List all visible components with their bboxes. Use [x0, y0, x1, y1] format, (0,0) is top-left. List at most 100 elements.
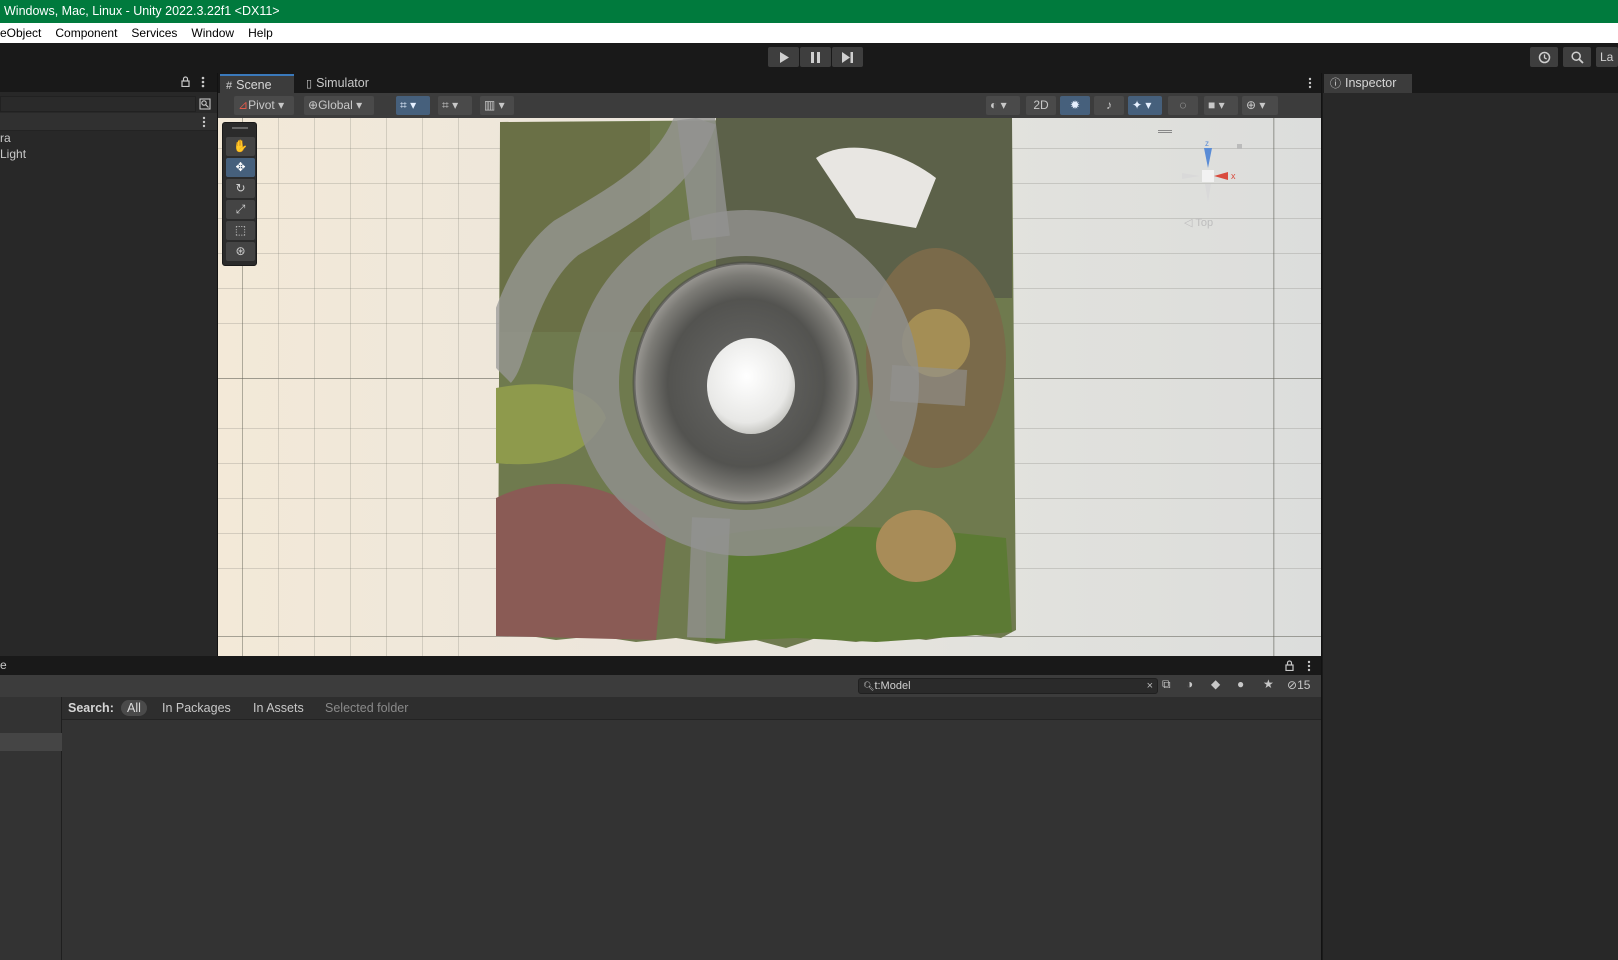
- tab-inspector-label: Inspector: [1345, 76, 1397, 90]
- lock-icon[interactable]: [1285, 660, 1294, 671]
- folder-tree-selected-row[interactable]: [0, 733, 62, 751]
- draw-mode-dropdown[interactable]: ◐ ▾: [986, 96, 1020, 115]
- scene-tab-strip: # Scene ▯ Simulator: [218, 73, 1322, 93]
- project-asset-grid[interactable]: [62, 720, 1322, 960]
- hidden-packages-toggle[interactable]: ⊘15: [1287, 678, 1310, 692]
- tab-scene-label: Scene: [236, 78, 272, 92]
- pivot-label: Pivot: [248, 98, 275, 112]
- scope-selected-folder[interactable]: Selected folder: [325, 701, 408, 715]
- filter-by-label-icon[interactable]: ◆: [1211, 677, 1220, 691]
- menu-component[interactable]: Component: [48, 23, 124, 43]
- project-search-scope-bar: Search: All In Packages In Assets Select…: [62, 697, 1322, 720]
- more-options-icon[interactable]: [1308, 77, 1312, 89]
- grid-line: [386, 118, 387, 656]
- view-label: ◁ Top: [1184, 217, 1214, 229]
- global-label: Global: [318, 98, 353, 112]
- window-title-bar: Windows, Mac, Linux - Unity 2022.3.22f1 …: [0, 0, 1618, 23]
- effects-icon: ✦ ▾: [1132, 98, 1152, 112]
- grid-snap-button[interactable]: ⌗ ▾: [396, 96, 430, 115]
- more-options-icon[interactable]: [1307, 660, 1311, 672]
- more-options-icon[interactable]: [202, 116, 206, 128]
- menu-help[interactable]: Help: [241, 23, 280, 43]
- lighting-toggle[interactable]: ✹: [1060, 96, 1090, 115]
- camera-dropdown[interactable]: ■ ▾: [1204, 96, 1238, 115]
- filter-by-type-icon[interactable]: ◑: [1186, 677, 1193, 691]
- grid-line: [350, 118, 351, 656]
- clear-search-icon[interactable]: ×: [1147, 679, 1153, 693]
- ruler-button[interactable]: ▥ ▾: [480, 96, 514, 115]
- scene-viewport[interactable]: ✋ ✥ ↻ ⤢ ⬚ ⊛ z x ◁ Top: [218, 118, 1322, 656]
- tab-inspector[interactable]: ⓘ Inspector: [1324, 74, 1412, 93]
- menu-gameobject[interactable]: eObject: [0, 23, 48, 43]
- layers-dropdown[interactable]: La: [1596, 47, 1618, 67]
- scene-visibility-toggle[interactable]: ◌: [1168, 96, 1198, 115]
- gizmos-dropdown[interactable]: ⊕ ▾: [1242, 96, 1278, 115]
- scope-all[interactable]: All: [121, 700, 147, 716]
- play-icon: [779, 51, 789, 63]
- gizmo-handle[interactable]: [1158, 130, 1172, 133]
- project-folder-tree: [0, 697, 62, 960]
- more-options-icon[interactable]: [201, 76, 205, 88]
- toggle-2d-button[interactable]: 2D: [1026, 96, 1056, 115]
- project-tab-label[interactable]: e: [0, 658, 7, 672]
- rotate-tool[interactable]: ↻: [226, 179, 255, 198]
- global-dropdown[interactable]: ⊕Global ▾: [304, 96, 374, 115]
- inspector-panel: [1322, 93, 1618, 960]
- grid-line: [1274, 118, 1275, 656]
- hierarchy-panel: ra Light: [0, 73, 218, 656]
- project-tab-strip: e: [0, 656, 1322, 675]
- rect-icon: ⬚: [234, 223, 247, 237]
- log-types-icon[interactable]: ●: [1237, 677, 1244, 691]
- hierarchy-item-camera[interactable]: ra: [0, 131, 11, 145]
- menu-services[interactable]: Services: [124, 23, 184, 43]
- tab-scene[interactable]: # Scene: [220, 74, 294, 93]
- search-window-icon[interactable]: ⧉: [1162, 677, 1171, 692]
- grid-line: [278, 118, 279, 656]
- grid-icon: #: [226, 80, 233, 92]
- gizmos-icon: ⊕ ▾: [1246, 98, 1266, 112]
- tool-palette: ✋ ✥ ↻ ⤢ ⬚ ⊛: [222, 122, 257, 266]
- camera-icon: ■ ▾: [1208, 98, 1225, 112]
- project-search-input[interactable]: 🔍︎t:Model ×: [858, 678, 1158, 694]
- ruler-icon: ▥ ▾: [484, 98, 505, 112]
- search-scope-label: Search:: [68, 701, 114, 715]
- increment-snap-button[interactable]: ⌗ ▾: [438, 96, 472, 115]
- step-button[interactable]: [832, 47, 863, 67]
- hierarchy-search-input[interactable]: [0, 96, 196, 112]
- playmode-controls: [768, 47, 863, 67]
- inspector-tab-strip: ⓘ Inspector: [1322, 73, 1618, 93]
- effects-dropdown[interactable]: ✦ ▾: [1128, 96, 1162, 115]
- drag-handle[interactable]: [232, 127, 248, 129]
- lock-icon[interactable]: [181, 76, 190, 87]
- svg-text:z: z: [1205, 139, 1209, 148]
- grid-line: [314, 118, 315, 656]
- grid-snap-icon: ⌗ ▾: [400, 98, 417, 112]
- favorites-icon[interactable]: ★: [1263, 677, 1274, 691]
- scope-in-assets[interactable]: In Assets: [253, 701, 304, 715]
- terrain-mesh[interactable]: [496, 118, 1017, 656]
- pause-button[interactable]: [800, 47, 831, 67]
- window-title: Windows, Mac, Linux - Unity 2022.3.22f1 …: [4, 4, 280, 18]
- hierarchy-item-light[interactable]: Light: [0, 147, 26, 161]
- play-button[interactable]: [768, 47, 799, 67]
- audio-toggle[interactable]: ♪: [1094, 96, 1124, 115]
- transform-tool[interactable]: ⊛: [226, 242, 255, 261]
- tab-simulator[interactable]: ▯ Simulator: [300, 74, 390, 93]
- scope-in-packages[interactable]: In Packages: [162, 701, 231, 715]
- menu-window[interactable]: Window: [184, 23, 241, 43]
- pivot-dropdown[interactable]: ⊿Pivot ▾: [234, 96, 294, 115]
- scale-tool[interactable]: ⤢: [226, 200, 255, 219]
- menu-bar: eObject Component Services Window Help: [0, 23, 1618, 43]
- undo-history-button[interactable]: [1530, 47, 1558, 67]
- scale-icon: ⤢: [235, 202, 246, 216]
- transform-icon: ⊛: [235, 244, 246, 258]
- move-tool[interactable]: ✥: [226, 158, 255, 177]
- search-button[interactable]: [1563, 47, 1591, 67]
- hierarchy-tab-strip: [0, 73, 218, 92]
- hand-tool[interactable]: ✋: [226, 137, 255, 156]
- hand-icon: ✋: [233, 139, 248, 153]
- rect-tool[interactable]: ⬚: [226, 221, 255, 240]
- toolbar-right: La: [1530, 47, 1618, 67]
- hierarchy-scene-header[interactable]: [0, 113, 218, 131]
- search-mode-icon[interactable]: [199, 98, 211, 110]
